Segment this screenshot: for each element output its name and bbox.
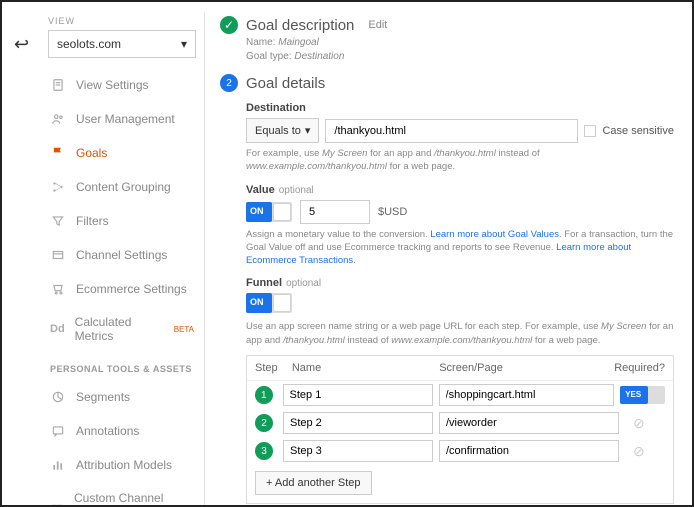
sidebar-item-label: Filters (76, 214, 109, 228)
value-toggle[interactable] (246, 202, 292, 222)
goal-values-link[interactable]: Learn more about Goal Values (430, 229, 559, 240)
sidebar-item-annotations[interactable]: Annotations (40, 414, 204, 448)
sidebar-item-label: Content Grouping (76, 180, 171, 194)
remove-step-icon[interactable]: ⊘ (633, 443, 645, 460)
sidebar-item-label: User Management (76, 112, 175, 126)
value-label: Value (246, 184, 275, 196)
col-screen: Screen/Page (439, 362, 614, 374)
bars-icon (50, 457, 66, 473)
dd-icon: Dd (50, 321, 65, 337)
section-header-personal: PERSONAL TOOLS & ASSETS (40, 352, 204, 380)
view-selector[interactable]: seolots.com ▾ (48, 30, 196, 58)
name-value: Maingoal (278, 37, 319, 48)
value-helper: Assign a monetary value to the conversio… (246, 228, 674, 268)
goal-description-title: Goal description (246, 17, 354, 34)
sidebar: VIEW seolots.com ▾ View Settings User Ma… (40, 12, 205, 507)
sidebar-item-label: Ecommerce Settings (76, 282, 187, 296)
value-input[interactable] (300, 200, 370, 224)
step-number: 2 (255, 414, 273, 432)
grouping-icon (50, 179, 66, 195)
chevron-down-icon: ▾ (181, 37, 187, 51)
funnel-step-row: 2 ⊘ (247, 409, 673, 437)
sidebar-item-label: Calculated Metrics (75, 315, 162, 343)
step-screen-input[interactable] (439, 412, 619, 434)
sidebar-item-segments[interactable]: Segments (40, 380, 204, 414)
step-name-input[interactable] (283, 412, 433, 434)
view-label: VIEW (40, 12, 204, 28)
funnel-table: Step Name Screen/Page Required? 1 2 ⊘ (246, 355, 674, 504)
sidebar-item-content-grouping[interactable]: Content Grouping (40, 170, 204, 204)
view-name: seolots.com (57, 37, 121, 51)
sidebar-item-ecommerce-settings[interactable]: Ecommerce Settings (40, 272, 204, 306)
check-icon: ✓ (220, 16, 238, 34)
filter-icon (50, 213, 66, 229)
sidebar-item-label: Channel Settings (76, 248, 167, 262)
sidebar-item-view-settings[interactable]: View Settings (40, 68, 204, 102)
sidebar-item-label: View Settings (76, 78, 149, 92)
cart-icon (50, 281, 66, 297)
currency-label: $USD (378, 206, 407, 218)
segments-icon (50, 389, 66, 405)
sidebar-item-attribution-models[interactable]: Attribution Models (40, 448, 204, 482)
destination-label: Destination (246, 102, 674, 114)
step-screen-input[interactable] (439, 440, 619, 462)
optional-label: optional (286, 278, 321, 289)
type-label: Goal type: (246, 51, 292, 62)
funnel-label: Funnel (246, 277, 282, 289)
channel-icon (50, 247, 66, 263)
step-number-icon: 2 (220, 74, 238, 92)
case-sensitive-checkbox[interactable] (584, 125, 596, 137)
col-name: Name (292, 362, 439, 374)
funnel-toggle[interactable] (246, 293, 292, 313)
sidebar-item-label: Attribution Models (76, 458, 172, 472)
sidebar-item-custom-channel-groupings[interactable]: Custom Channel Groupings BETA (40, 482, 204, 507)
step-name-input[interactable] (283, 384, 433, 406)
back-icon[interactable]: ↩ (14, 34, 29, 55)
step-screen-input[interactable] (439, 384, 615, 406)
remove-step-icon[interactable]: ⊘ (633, 415, 645, 432)
sidebar-item-channel-settings[interactable]: Channel Settings (40, 238, 204, 272)
sidebar-item-label: Segments (76, 390, 130, 404)
funnel-step-row: 3 ⊘ (247, 437, 673, 465)
beta-badge: BETA (174, 325, 194, 334)
destination-helper: For example, use My Screen for an app an… (246, 147, 674, 174)
users-icon (50, 111, 66, 127)
chevron-down-icon: ▾ (305, 124, 311, 137)
match-dropdown[interactable]: Equals to▾ (246, 118, 319, 143)
document-icon (50, 77, 66, 93)
step-name-input[interactable] (283, 440, 433, 462)
annotations-icon (50, 423, 66, 439)
main-content: ✓ Goal description Edit Name: Maingoal G… (212, 12, 682, 505)
required-toggle[interactable] (620, 386, 665, 404)
step-number: 3 (255, 442, 273, 460)
optional-label: optional (279, 185, 314, 196)
funnel-helper: Use an app screen name string or a web p… (246, 320, 674, 347)
flag-icon (50, 145, 66, 161)
case-sensitive-label: Case sensitive (602, 125, 674, 137)
sidebar-item-goals[interactable]: Goals (40, 136, 204, 170)
step-number: 1 (255, 386, 273, 404)
sidebar-item-label: Goals (76, 146, 107, 160)
add-step-button[interactable]: + Add another Step (255, 471, 372, 495)
type-value: Destination (294, 51, 344, 62)
sidebar-item-calculated-metrics[interactable]: Dd Calculated Metrics BETA (40, 306, 204, 352)
sidebar-item-label: Annotations (76, 424, 139, 438)
edit-link[interactable]: Edit (368, 19, 387, 31)
destination-input[interactable] (325, 119, 578, 143)
sidebar-item-filters[interactable]: Filters (40, 204, 204, 238)
col-step: Step (255, 362, 292, 374)
grid-icon (50, 502, 64, 507)
sidebar-item-label: Custom Channel Groupings (74, 491, 194, 507)
goal-details-title: Goal details (246, 75, 325, 92)
funnel-step-row: 1 (247, 381, 673, 409)
col-required: Required? (614, 362, 665, 374)
sidebar-item-user-management[interactable]: User Management (40, 102, 204, 136)
name-label: Name: (246, 37, 275, 48)
